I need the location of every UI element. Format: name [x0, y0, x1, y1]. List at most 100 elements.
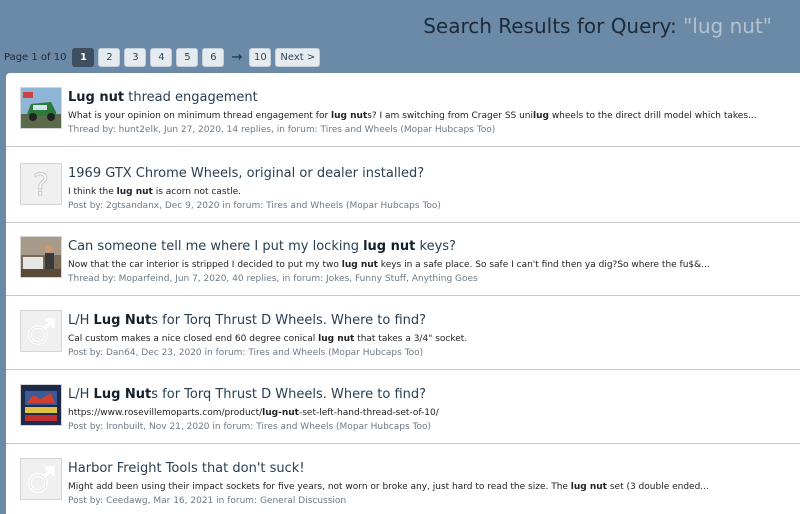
result-meta: Thread by: Moparfeind, Jun 7, 2020, 40 r…	[68, 274, 478, 284]
text-segment: thread engagement	[124, 90, 258, 105]
text-segment: Cal custom makes a nice closed end 60 de…	[68, 334, 319, 344]
text-segment: set (3 double ended...	[606, 482, 709, 492]
text-segment: keys?	[415, 239, 456, 254]
result-title-link[interactable]: L/H Lug Nuts for Torq Thrust D Wheels. W…	[68, 313, 426, 328]
result-snippet: https://www.rosevillemoparts.com/product…	[68, 408, 439, 418]
search-result-item: Can someone tell me where I put my locki…	[6, 222, 800, 296]
search-result-item: L/H Lug Nuts for Torq Thrust D Wheels. W…	[6, 370, 800, 444]
highlighted-term: lug-nut	[262, 408, 299, 418]
text-segment: -set-left-hand-thread-set-of-10/	[298, 408, 439, 418]
meta-info: , Jun 7, 2020, 40 replies, in forum:	[169, 274, 326, 284]
forum-link[interactable]: General Discussion	[260, 496, 346, 506]
meta-info: , Dec 23, 2020 in forum:	[135, 348, 249, 358]
meta-kind-label: Post by:	[68, 348, 106, 358]
result-meta: Post by: Ceedawg, Mar 16, 2021 in forum:…	[68, 496, 346, 506]
result-title-link[interactable]: Lug nut thread engagement	[68, 90, 258, 105]
page-link-5[interactable]: 5	[176, 47, 199, 67]
result-title-link[interactable]: L/H Lug Nuts for Torq Thrust D Wheels. W…	[68, 387, 426, 402]
search-results-list: Lug nut thread engagement What is your op…	[6, 73, 800, 514]
text-segment: that takes a 3/4" socket.	[354, 334, 468, 344]
text-segment: L/H	[68, 313, 94, 328]
forum-link[interactable]: Tires and Wheels (Mopar Hubcaps Too)	[266, 201, 441, 211]
search-result-item: ? 1969 GTX Chrome Wheels, original or dea…	[6, 149, 800, 223]
text-segment: Harbor Freight Tools that don't suck!	[68, 461, 305, 476]
highlighted-term: Lug Nut	[93, 387, 152, 402]
author-link[interactable]: Ironbuilt	[106, 422, 143, 432]
highlighted-term: Lug nut	[68, 90, 125, 105]
highlighted-term: lug nut	[318, 334, 355, 344]
author-link[interactable]: Moparfeind	[119, 274, 170, 284]
page-link-3[interactable]: 3	[124, 47, 147, 67]
meta-info: , Mar 16, 2021 in forum:	[147, 496, 260, 506]
result-title-link[interactable]: 1969 GTX Chrome Wheels, original or deal…	[68, 166, 424, 181]
highlighted-term: lug	[533, 111, 549, 121]
page-link-6[interactable]: 6	[202, 47, 225, 67]
page-link-last[interactable]: 10	[249, 47, 272, 67]
highlighted-term: lug nut	[341, 260, 378, 270]
page-title: Search Results for Query: "lug nut"	[423, 14, 772, 38]
page-link-1[interactable]: 1	[72, 47, 95, 67]
meta-kind-label: Thread by:	[68, 125, 119, 135]
forum-link[interactable]: Tires and Wheels (Mopar Hubcaps Too)	[248, 348, 423, 358]
avatar[interactable]	[20, 87, 62, 129]
meta-info: , Jun 27, 2020, 14 replies, in forum:	[158, 125, 321, 135]
result-meta: Thread by: hunt2elk, Jun 27, 2020, 14 re…	[68, 125, 495, 135]
meta-kind-label: Post by:	[68, 201, 106, 211]
author-link[interactable]: Ceedawg	[106, 496, 148, 506]
result-snippet: Might add been using their impact socket…	[68, 482, 709, 492]
title-prefix: Search Results for Query:	[423, 14, 684, 38]
text-segment: I think the	[68, 187, 117, 197]
search-result-item: L/H Lug Nuts for Torq Thrust D Wheels. W…	[6, 296, 800, 370]
avatar[interactable]	[20, 458, 62, 500]
avatar[interactable]	[20, 384, 62, 426]
page-count-label: Page 1 of 10	[4, 51, 67, 63]
highlighted-term: lug nut	[116, 187, 153, 197]
pagination: Page 1 of 10 1 2 3 4 5 6 → 10 Next >	[4, 47, 321, 67]
author-link[interactable]: 2gtsandanx	[106, 201, 159, 211]
forum-link[interactable]: Jokes, Funny Stuff, Anything Goes	[326, 274, 478, 284]
meta-info: , Nov 21, 2020 in forum:	[143, 422, 257, 432]
result-snippet: I think the lug nut is acorn not castle.	[68, 187, 241, 197]
next-page-button[interactable]: Next >	[275, 47, 321, 67]
search-query: "lug nut"	[683, 14, 772, 38]
result-snippet: Now that the car interior is stripped I …	[68, 260, 710, 270]
meta-kind-label: Post by:	[68, 496, 106, 506]
text-segment: 1969 GTX Chrome Wheels, original or deal…	[68, 166, 425, 181]
page-skip-arrow: →	[231, 49, 243, 65]
text-segment: s for Torq Thrust D Wheels. Where to fin…	[151, 387, 427, 402]
result-title-link[interactable]: Harbor Freight Tools that don't suck!	[68, 461, 305, 476]
text-segment: Now that the car interior is stripped I …	[68, 260, 342, 270]
meta-kind-label: Post by:	[68, 422, 106, 432]
search-result-item: Harbor Freight Tools that don't suck! Mig…	[6, 444, 800, 514]
forum-link[interactable]: Tires and Wheels (Mopar Hubcaps Too)	[321, 125, 496, 135]
text-segment: keys in a safe place. So safe I can't fi…	[377, 260, 710, 270]
author-link[interactable]: Dan64	[106, 348, 136, 358]
avatar[interactable]: ?	[20, 163, 62, 205]
page-link-4[interactable]: 4	[150, 47, 173, 67]
highlighted-term: lug nut	[570, 482, 607, 492]
result-meta: Post by: Ironbuilt, Nov 21, 2020 in foru…	[68, 422, 431, 432]
text-segment: Might add been using their impact socket…	[68, 482, 571, 492]
text-segment: What is your opinion on minimum thread e…	[68, 111, 332, 121]
avatar[interactable]	[20, 310, 62, 352]
text-segment: s for Torq Thrust D Wheels. Where to fin…	[151, 313, 427, 328]
result-title-link[interactable]: Can someone tell me where I put my locki…	[68, 239, 456, 254]
highlighted-term: lug nut	[331, 111, 368, 121]
meta-kind-label: Thread by:	[68, 274, 119, 284]
page-header: Search Results for Query: "lug nut"	[0, 0, 800, 48]
search-result-item: Lug nut thread engagement What is your op…	[6, 73, 800, 147]
meta-info: , Dec 9, 2020 in forum:	[159, 201, 267, 211]
text-segment: s? I am switching from Crager SS uni	[367, 111, 534, 121]
text-segment: is acorn not castle.	[152, 187, 242, 197]
text-segment: wheels to the direct drill model which t…	[548, 111, 757, 121]
author-link[interactable]: hunt2elk	[119, 125, 159, 135]
result-snippet: Cal custom makes a nice closed end 60 de…	[68, 334, 467, 344]
forum-link[interactable]: Tires and Wheels (Mopar Hubcaps Too)	[256, 422, 431, 432]
text-segment: Can someone tell me where I put my locki…	[68, 239, 364, 254]
result-snippet: What is your opinion on minimum thread e…	[68, 111, 757, 121]
highlighted-term: lug nut	[363, 239, 416, 254]
page-link-2[interactable]: 2	[98, 47, 121, 67]
avatar[interactable]	[20, 236, 62, 278]
result-meta: Post by: 2gtsandanx, Dec 9, 2020 in foru…	[68, 201, 441, 211]
highlighted-term: Lug Nut	[93, 313, 152, 328]
